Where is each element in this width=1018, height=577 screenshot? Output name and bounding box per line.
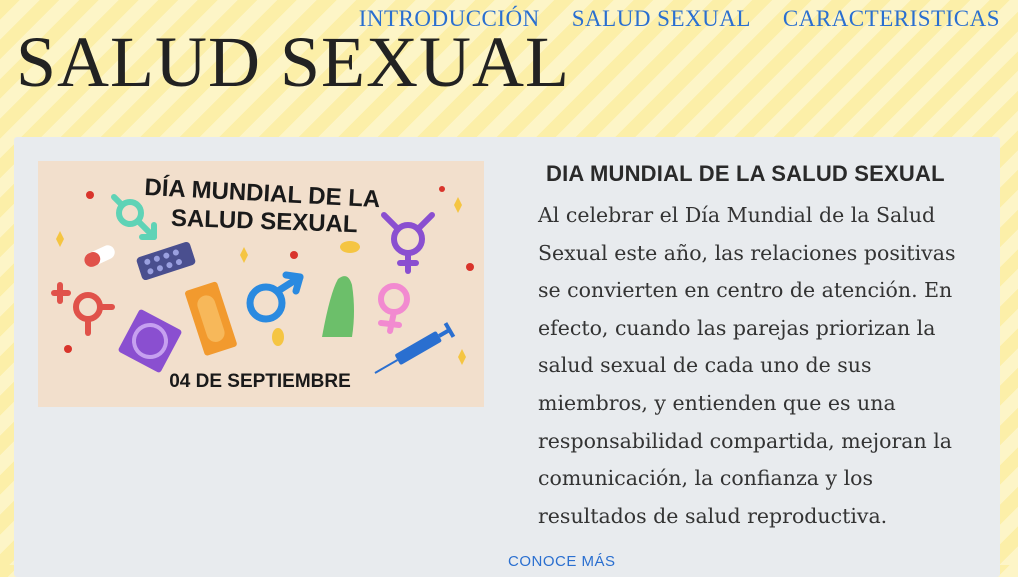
blister-pack-icon <box>136 241 196 281</box>
teal-gender-symbol-icon <box>111 194 157 240</box>
red-gender-symbol-icon <box>51 282 115 336</box>
blue-male-symbol-icon <box>246 271 304 323</box>
conoce-mas-link[interactable]: CONOCE MÁS <box>508 553 616 570</box>
nav-introduccion[interactable]: INTRODUCCIÓN <box>359 6 540 32</box>
article-body: Al celebrar el Día Mundial de la Salud S… <box>538 203 956 528</box>
site-title: SALUD SEXUAL <box>16 22 571 102</box>
purple-transgender-symbol-icon <box>381 212 435 274</box>
banner-title-line2: SALUD SEXUAL <box>171 205 359 238</box>
syringe-icon <box>374 322 456 374</box>
article-heading: DIA MUNDIAL DE LA SALUD SEXUAL <box>546 161 945 186</box>
pink-female-symbol-icon <box>378 283 410 334</box>
pill-capsule-icon <box>84 245 115 267</box>
green-condom-shape-icon <box>322 276 354 337</box>
nav-caracteristicas[interactable]: CARACTERISTICAS <box>783 6 1000 32</box>
banner-date: 04 DE SEPTIEMBRE <box>169 371 351 392</box>
main-nav: INTRODUCCIÓN SALUD SEXUAL CARACTERISTICA… <box>359 6 1000 32</box>
article-card: DÍA MUNDIAL DE LA SALUD SEXUAL 04 DE SEP… <box>14 137 1000 577</box>
dia-mundial-banner-image: DÍA MUNDIAL DE LA SALUD SEXUAL 04 DE SEP… <box>38 161 484 407</box>
nav-salud-sexual[interactable]: SALUD SEXUAL <box>572 6 751 32</box>
orange-condom-icon <box>185 281 237 356</box>
purple-condom-icon <box>118 309 182 373</box>
